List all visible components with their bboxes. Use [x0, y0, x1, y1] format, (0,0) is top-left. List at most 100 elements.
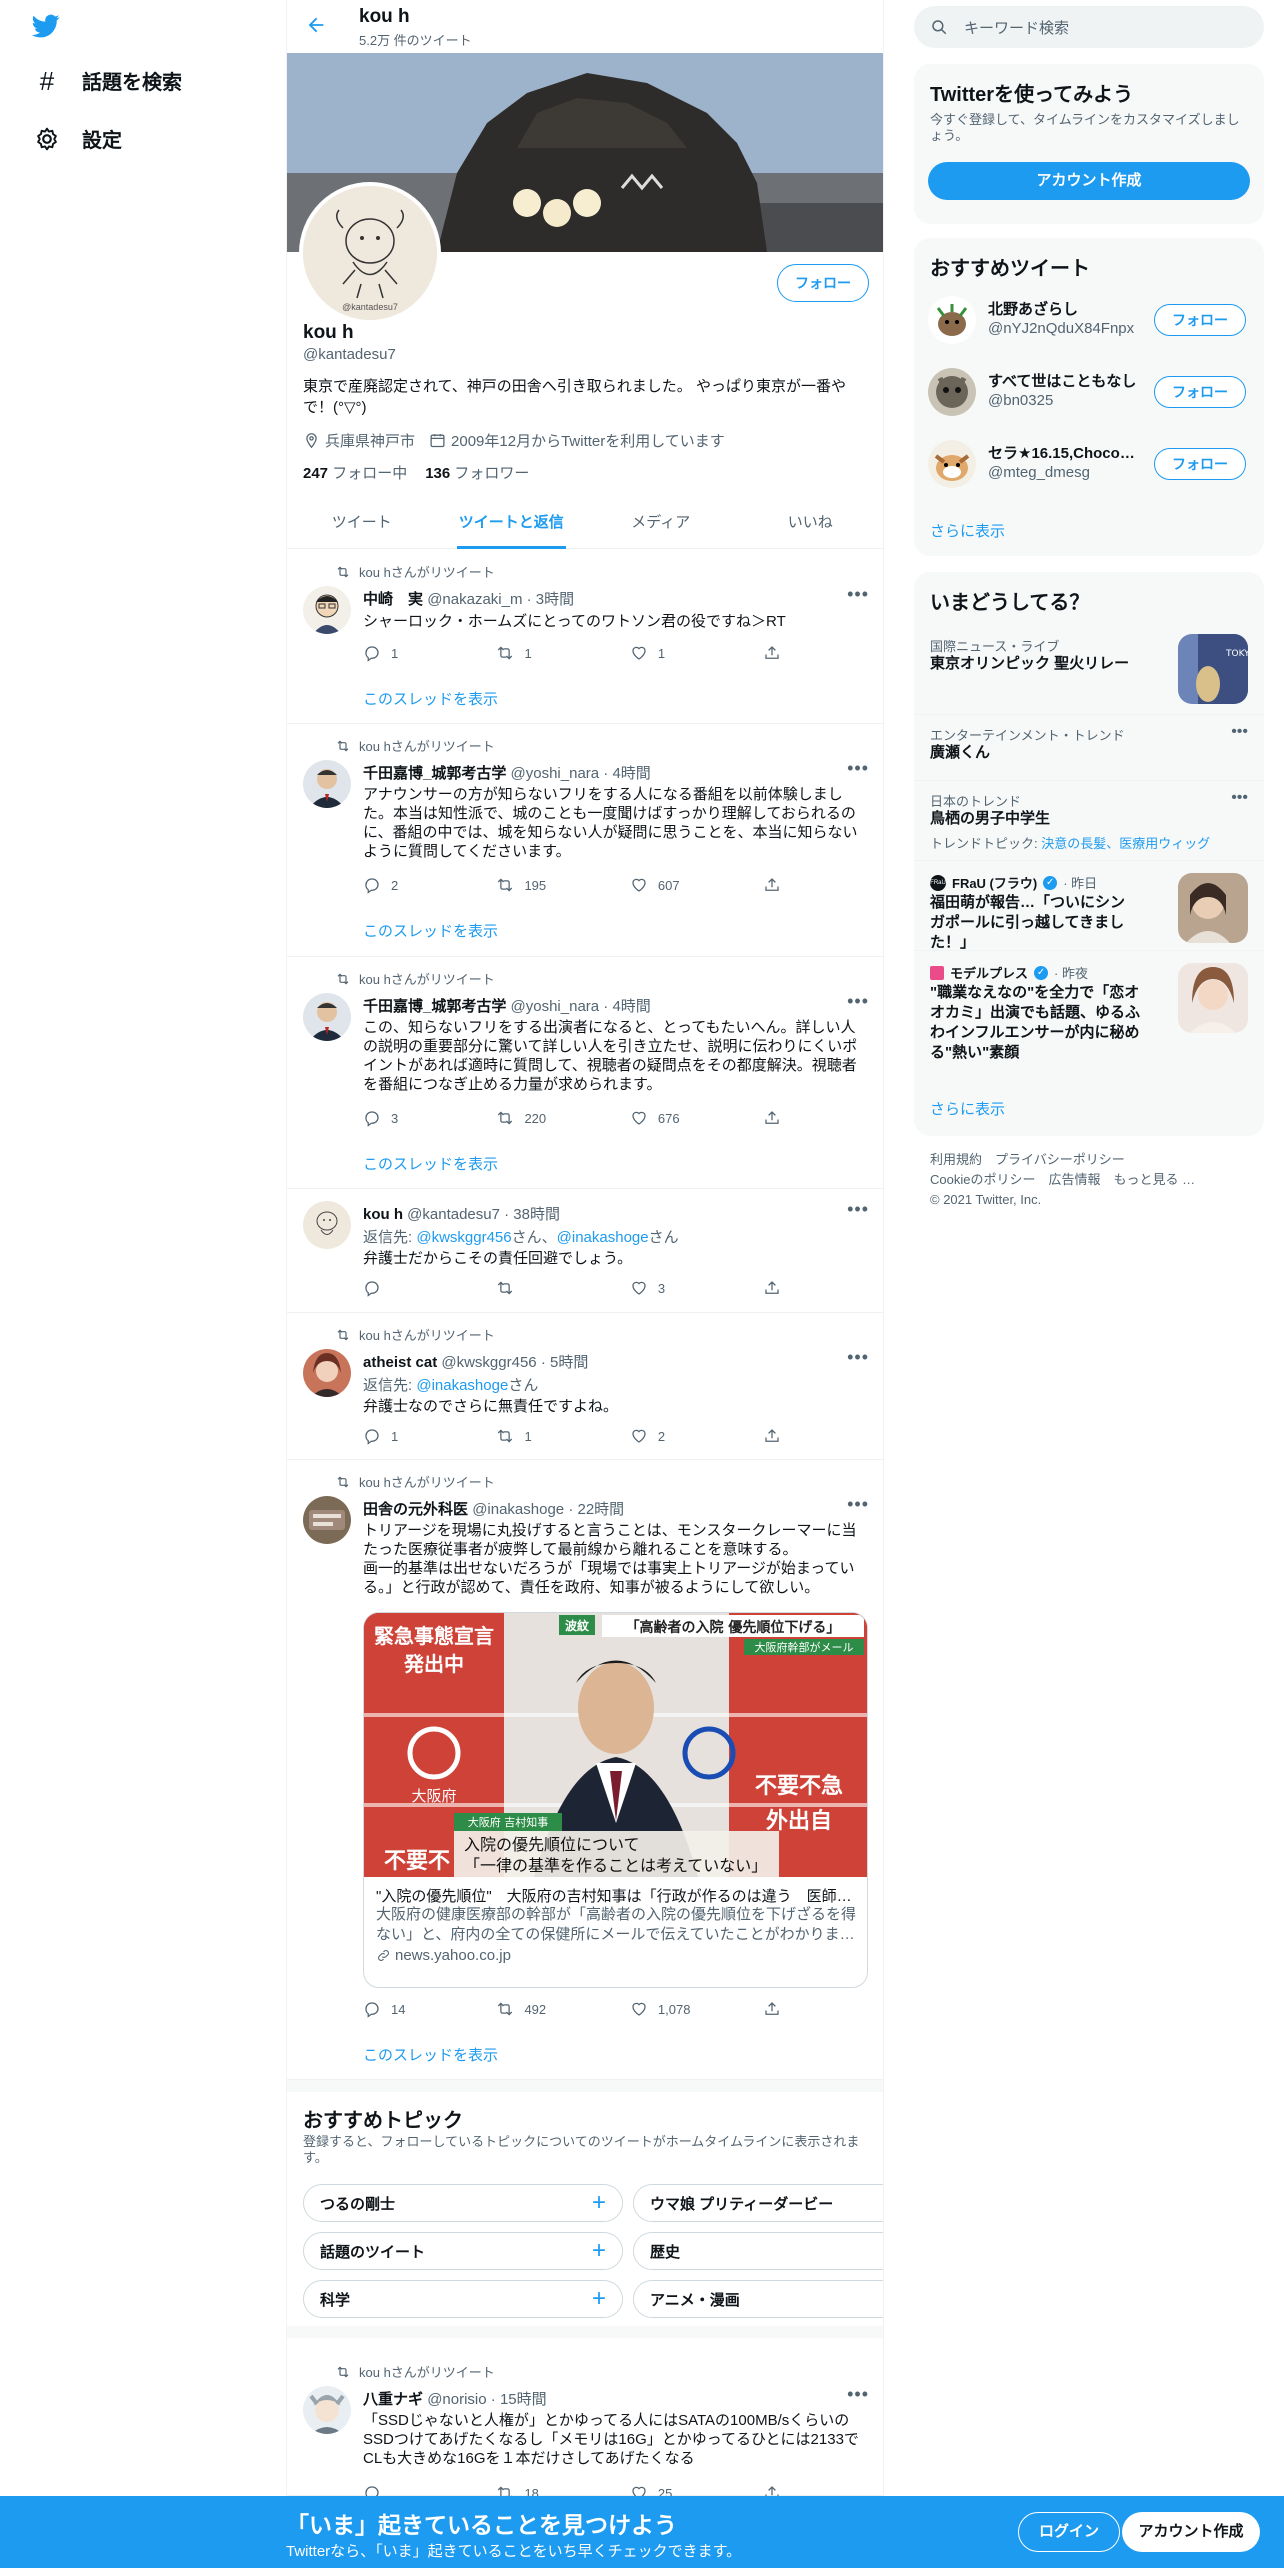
avatar[interactable] — [303, 993, 351, 1041]
recommended-user[interactable]: すべて世はこともなし @bn0325 フォロー — [914, 356, 1264, 428]
like-button[interactable]: 1,078 — [630, 2000, 763, 2018]
recommended-user[interactable]: セラ★16.15,Chocob… @mteg_dmesg フォロー — [914, 428, 1264, 500]
more-options-icon[interactable]: ••• — [847, 991, 869, 1012]
more-options-icon[interactable]: ••• — [1231, 789, 1248, 807]
share-button[interactable] — [763, 2000, 793, 2018]
more-options-icon[interactable]: ••• — [847, 2384, 869, 2405]
tab-tweets[interactable]: ツイート — [287, 496, 437, 548]
like-button[interactable]: 676 — [630, 1109, 763, 1127]
retweet-button[interactable] — [496, 1279, 629, 1297]
retweet-button[interactable]: 220 — [496, 1109, 629, 1127]
topic-pill[interactable]: 話題のツイート + — [303, 2232, 623, 2270]
bottom-signup-bar: 「いま」起きていることを見つけよう Twitterなら、「いま」起きていることを… — [0, 2496, 1284, 2568]
tweet[interactable]: kou hさんがリツイート atheist cat @kwskggr456 · … — [287, 1313, 883, 1460]
heart-icon — [630, 1427, 648, 1445]
tweet[interactable]: kou h @kantadesu7 · 38時間 ••• 返信先: @kwskg… — [287, 1189, 883, 1313]
topic-pill[interactable]: ウマ娘 プリティーダービー — [633, 2184, 883, 2222]
topic-pill[interactable]: 歴史 — [633, 2232, 883, 2270]
twitter-logo-icon[interactable] — [30, 12, 62, 40]
reply-user-link[interactable]: @inakashoge — [416, 1377, 508, 1394]
trend-item[interactable]: エンターテインメント・トレンド 廣瀬くん ••• — [914, 714, 1264, 780]
following-link[interactable]: 247 フォロー中 — [303, 462, 407, 483]
share-button[interactable] — [763, 1109, 793, 1127]
share-button[interactable] — [763, 1279, 793, 1297]
show-thread-link[interactable]: このスレッドを表示 — [363, 2044, 498, 2065]
more-options-icon[interactable]: ••• — [847, 758, 869, 779]
nav-settings[interactable]: 設定 — [34, 124, 122, 153]
share-icon — [763, 1109, 781, 1127]
tweet[interactable]: kou hさんがリツイート 中崎 実 @nakazaki_m · 3時間 •••… — [287, 550, 883, 724]
follow-button[interactable]: フォロー — [1154, 304, 1246, 336]
more-options-icon[interactable]: ••• — [847, 1494, 869, 1515]
topic-pill[interactable]: つるの剛士 + — [303, 2184, 623, 2222]
followers-link[interactable]: 136 フォロワー — [425, 462, 529, 483]
signup-button[interactable]: アカウント作成 — [1122, 2512, 1260, 2552]
footer-line[interactable]: 利用規約 プライバシーポリシー — [930, 1150, 1195, 1170]
share-button[interactable] — [763, 1427, 793, 1445]
avatar[interactable] — [303, 760, 351, 808]
link-card[interactable]: 緊急事態宣言 発出中 不要不急 外出自 不要不 大阪府 波紋 「高齢者の入院 優… — [363, 1612, 868, 1988]
retweet-button[interactable]: 1 — [496, 1427, 629, 1445]
tab-tweets-replies[interactable]: ツイートと返信 — [437, 496, 587, 549]
tab-media[interactable]: メディア — [586, 496, 736, 548]
recommended-user[interactable]: 北野あざらし @nYJ2nQduX84Fnpx フォロー — [914, 284, 1264, 356]
login-button[interactable]: ログイン — [1018, 2512, 1120, 2552]
reply-user-link[interactable]: @kwskggr456 — [416, 1229, 511, 1246]
topic-pill[interactable]: アニメ・漫画 — [633, 2280, 883, 2318]
topics-title: おすすめトピック — [303, 2110, 463, 2132]
reply-button[interactable]: 2 — [363, 876, 496, 894]
show-thread-link[interactable]: このスレッドを表示 — [363, 1153, 498, 1174]
like-button[interactable]: 2 — [630, 1427, 763, 1445]
more-options-icon[interactable]: ••• — [847, 1347, 869, 1368]
search-box[interactable]: キーワード検索 — [914, 6, 1264, 48]
reply-button[interactable]: 14 — [363, 2000, 496, 2018]
show-more-link[interactable]: さらに表示 — [930, 520, 1005, 541]
create-account-button[interactable]: アカウント作成 — [928, 162, 1250, 200]
retweet-button[interactable]: 195 — [496, 876, 629, 894]
search-input[interactable]: キーワード検索 — [964, 17, 1069, 38]
more-options-icon[interactable]: ••• — [1231, 723, 1248, 741]
trend-item[interactable]: 日本のトレンド 鳥栖の男子中学生 トレンドトピック: 決意の長髪、医療用ウィッグ… — [914, 780, 1264, 860]
news-item[interactable]: FRaU FRaU (フラウ) ✓ · 昨日 福田萌が報告…「ついにシンガポール… — [914, 860, 1264, 951]
trend-item[interactable]: 国際ニュース・ライブ 東京オリンピック 聖火リレー TOKYO — [914, 626, 1264, 714]
nav-explore[interactable]: # 話題を検索 — [34, 66, 182, 95]
retweet-context: kou hさんがリツイート — [335, 1472, 495, 1491]
follow-button[interactable]: フォロー — [1154, 448, 1246, 480]
share-icon — [763, 644, 781, 662]
back-arrow-icon[interactable] — [305, 14, 327, 36]
like-button[interactable]: 3 — [630, 1279, 763, 1297]
avatar[interactable] — [303, 2386, 351, 2434]
avatar[interactable] — [303, 1496, 351, 1544]
news-item[interactable]: モデルプレス ✓ · 昨夜 "職業なえなの"を全力で「恋オオカミ」出演でも話題、… — [914, 950, 1264, 1072]
avatar[interactable] — [303, 1349, 351, 1397]
reply-user-link[interactable]: @inakashoge — [557, 1229, 649, 1246]
reply-button[interactable]: 1 — [363, 644, 496, 662]
show-thread-link[interactable]: このスレッドを表示 — [363, 688, 498, 709]
retweet-button[interactable]: 492 — [496, 2000, 629, 2018]
topic-pill[interactable]: 科学 + — [303, 2280, 623, 2318]
avatar[interactable] — [303, 1201, 351, 1249]
tab-likes[interactable]: いいね — [736, 496, 884, 548]
share-button[interactable] — [763, 876, 793, 894]
tweet[interactable]: kou hさんがリツイート 八重ナギ @norisio · 15時間 ••• 「… — [287, 2350, 883, 2502]
like-button[interactable]: 1 — [630, 644, 763, 662]
share-button[interactable] — [763, 644, 793, 662]
tweet[interactable]: kou hさんがリツイート 千田嘉博_城郭考古学 @yoshi_nara · 4… — [287, 724, 883, 957]
reply-button[interactable]: 3 — [363, 1109, 496, 1127]
avatar[interactable] — [303, 586, 351, 634]
more-options-icon[interactable]: ••• — [847, 1199, 869, 1220]
retweet-button[interactable]: 1 — [496, 644, 629, 662]
tweet[interactable]: kou hさんがリツイート 千田嘉博_城郭考古学 @yoshi_nara · 4… — [287, 957, 883, 1189]
follow-button[interactable]: フォロー — [1154, 376, 1246, 408]
footer-line[interactable]: Cookieのポリシー 広告情報 もっと見る … — [930, 1170, 1195, 1190]
profile-avatar[interactable]: @kantadesu7 — [299, 182, 441, 324]
profile-follow-button[interactable]: フォロー — [777, 264, 869, 302]
show-more-link[interactable]: さらに表示 — [930, 1098, 1005, 1119]
more-options-icon[interactable]: ••• — [847, 584, 869, 605]
show-thread-link[interactable]: このスレッドを表示 — [363, 920, 498, 941]
like-button[interactable]: 607 — [630, 876, 763, 894]
reply-button[interactable] — [363, 1279, 496, 1297]
tweet[interactable]: kou hさんがリツイート 田舎の元外科医 @inakashoge · 22時間… — [287, 1460, 883, 2080]
image-side-text: 不要不 — [384, 1849, 450, 1874]
reply-button[interactable]: 1 — [363, 1427, 496, 1445]
